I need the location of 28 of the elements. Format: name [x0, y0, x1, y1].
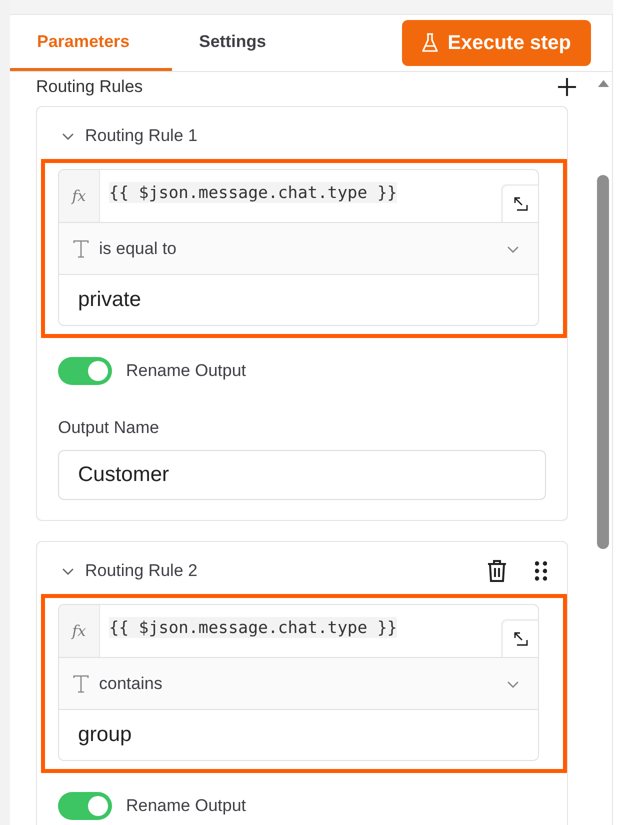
toggle-switch[interactable]	[58, 792, 112, 820]
expand-icon	[514, 197, 528, 211]
add-icon[interactable]	[558, 78, 576, 96]
expression-text: {{ $json.message.chat.type }}	[109, 182, 398, 203]
expand-icon	[514, 632, 528, 646]
text-type-icon	[73, 240, 89, 258]
tab[interactable]: Settings	[172, 15, 294, 71]
section-title: Routing Rules	[36, 77, 143, 97]
toggle-label: Rename Output	[126, 361, 246, 381]
field-label: Output Name	[57, 418, 160, 438]
expression-text: {{ $json.message.chat.type }}	[109, 617, 398, 638]
rule-title[interactable]: Routing Rule 2	[85, 561, 198, 581]
toggle-switch[interactable]	[58, 357, 112, 385]
output-name-field[interactable]: Customer	[58, 450, 546, 500]
flask-icon	[422, 33, 438, 53]
fx-icon: fx	[72, 187, 86, 205]
operator-dropdown[interactable]: is equal to	[59, 223, 538, 275]
drag-handle-icon[interactable]	[535, 561, 547, 581]
trash-icon[interactable]	[487, 559, 507, 583]
fx-icon: fx	[72, 622, 86, 640]
expand-button[interactable]	[501, 184, 538, 222]
toggle-label: Rename Output	[126, 796, 246, 816]
operator-dropdown[interactable]: contains	[59, 658, 538, 710]
text-type-icon	[73, 674, 89, 692]
scroll-thumb[interactable]	[597, 175, 609, 549]
rule-title[interactable]: Routing Rule 1	[85, 126, 198, 146]
scroll-up-icon[interactable]	[598, 80, 609, 87]
expand-button[interactable]	[501, 619, 538, 657]
